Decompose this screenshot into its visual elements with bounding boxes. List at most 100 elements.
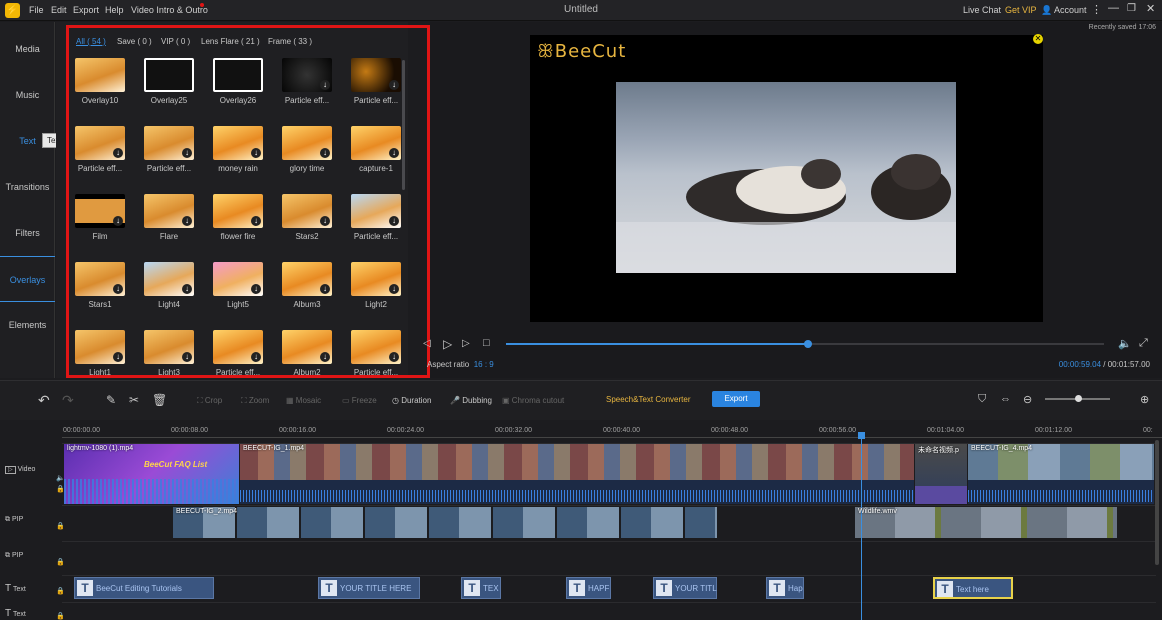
download-icon[interactable]: ↓ xyxy=(182,216,192,226)
overlay-thumbnail[interactable] xyxy=(75,58,125,92)
pip-clip[interactable]: BEECUT-IG_2.mp4 xyxy=(173,507,717,538)
minimize-icon[interactable]: — xyxy=(1108,2,1119,14)
overlay-thumbnail[interactable]: ↓ xyxy=(75,330,125,364)
volume-icon[interactable]: 🔈 xyxy=(1118,337,1132,350)
download-icon[interactable]: ↓ xyxy=(251,216,261,226)
video-clip[interactable]: lightmv-1080 (1).mp4 BeeCut FAQ List xyxy=(64,444,239,504)
download-icon[interactable]: ↓ xyxy=(251,352,261,362)
overlay-thumbnail[interactable]: ↓ xyxy=(282,262,332,296)
overlay-thumbnail[interactable]: ↓ xyxy=(351,330,401,364)
speech-text-converter-button[interactable]: Speech&Text Converter xyxy=(606,395,691,404)
fullscreen-icon[interactable]: ⤢ xyxy=(1139,337,1148,350)
preview-progress-bar[interactable] xyxy=(506,340,1104,348)
overlay-thumbnail[interactable]: ↓ xyxy=(351,126,401,160)
nav-transitions[interactable]: Transitions xyxy=(0,164,55,210)
playhead-handle[interactable] xyxy=(858,432,865,439)
download-icon[interactable]: ↓ xyxy=(389,284,399,294)
watermark-close-icon[interactable]: ✕ xyxy=(1033,34,1043,44)
overlay-thumbnail[interactable]: ↓ xyxy=(282,126,332,160)
account-link[interactable]: Account xyxy=(1054,5,1087,15)
overlay-thumbnail[interactable]: ↓ xyxy=(282,330,332,364)
download-icon[interactable]: ↓ xyxy=(320,148,330,158)
download-icon[interactable]: ↓ xyxy=(389,216,399,226)
chroma-cutout-button[interactable]: ▣ Chroma cutout xyxy=(502,396,564,405)
download-icon[interactable]: ↓ xyxy=(251,148,261,158)
overlay-thumbnail[interactable]: ↓ xyxy=(144,262,194,296)
download-icon[interactable]: ↓ xyxy=(113,352,123,362)
fit-icon[interactable]: ⇔ xyxy=(1000,393,1011,405)
text-clip[interactable]: T HAPF xyxy=(566,577,611,599)
aspect-ratio[interactable]: Aspect ratio 16 : 9 xyxy=(427,360,494,369)
restore-icon[interactable]: ❐ xyxy=(1127,3,1136,14)
tab-lens-flare[interactable]: Lens Flare ( 21 ) xyxy=(201,37,260,46)
playhead[interactable] xyxy=(861,433,862,620)
get-vip-link[interactable]: Get VIP xyxy=(1005,5,1037,15)
overlay-thumbnail[interactable]: ↓ xyxy=(282,194,332,228)
aspect-value[interactable]: 16 : 9 xyxy=(474,360,494,369)
text-clip[interactable]: T Hap xyxy=(766,577,804,599)
download-icon[interactable]: ↓ xyxy=(320,352,330,362)
overlay-thumbnail[interactable]: ↓ xyxy=(351,58,401,92)
export-button[interactable]: Export xyxy=(712,391,760,407)
text-clip[interactable]: T BeeCut Editing Tutorials xyxy=(74,577,214,599)
tab-frame[interactable]: Frame ( 33 ) xyxy=(268,37,312,46)
download-icon[interactable]: ↓ xyxy=(182,352,192,362)
menu-file[interactable]: File xyxy=(29,5,44,15)
download-icon[interactable]: ↓ xyxy=(113,216,123,226)
video-clip[interactable]: BEECUT-IG_1.mp4 xyxy=(240,444,914,504)
prev-frame-icon[interactable]: ◁ xyxy=(423,338,431,349)
marker-icon[interactable]: ⛉ xyxy=(978,393,986,406)
stop-icon[interactable]: □ xyxy=(483,337,490,349)
timeline-scrollbar[interactable] xyxy=(1155,440,1159,565)
nav-elements[interactable]: Elements xyxy=(0,302,55,348)
overlay-thumbnail[interactable] xyxy=(144,58,194,92)
live-chat-link[interactable]: Live Chat xyxy=(963,5,1001,15)
pip-clip[interactable]: Wildlife.wmv xyxy=(855,507,1117,538)
text-clip[interactable]: T YOUR TITLE HERE xyxy=(318,577,420,599)
nav-overlays[interactable]: Overlays xyxy=(0,256,55,302)
undo-icon[interactable]: ↶ xyxy=(38,392,50,409)
overlay-thumbnail[interactable]: ↓ xyxy=(351,262,401,296)
next-frame-icon[interactable]: ▷ xyxy=(462,338,470,349)
overlay-thumbnail[interactable]: ↓ xyxy=(213,126,263,160)
download-icon[interactable]: ↓ xyxy=(389,80,399,90)
menu-help[interactable]: Help xyxy=(105,5,124,15)
tab-save[interactable]: Save ( 0 ) xyxy=(117,37,152,46)
overlay-thumbnail[interactable]: ↓ xyxy=(75,194,125,228)
more-menu-icon[interactable]: ⋮ xyxy=(1091,3,1102,16)
account-icon[interactable]: 👤 xyxy=(1041,5,1052,16)
zoom-button[interactable]: ⛶ Zoom xyxy=(241,396,269,406)
freeze-button[interactable]: ▭ Freeze xyxy=(342,396,377,405)
download-icon[interactable]: ↓ xyxy=(113,284,123,294)
overlay-thumbnail[interactable]: ↓ xyxy=(75,126,125,160)
video-clip[interactable]: BEECUT-IG_4.mp4 xyxy=(968,444,1154,504)
overlay-thumbnail[interactable]: ↓ xyxy=(144,330,194,364)
download-icon[interactable]: ↓ xyxy=(182,148,192,158)
nav-media[interactable]: Media xyxy=(0,26,55,72)
zoom-out-icon[interactable]: ⊖ xyxy=(1023,393,1032,406)
delete-icon[interactable]: 🗑 xyxy=(152,393,167,407)
mosaic-button[interactable]: ▦ Mosaic xyxy=(286,396,321,405)
close-icon[interactable]: ✕ xyxy=(1146,2,1155,15)
download-icon[interactable]: ↓ xyxy=(182,284,192,294)
nav-filters[interactable]: Filters xyxy=(0,210,55,256)
download-icon[interactable]: ↓ xyxy=(389,148,399,158)
play-icon[interactable]: ▷ xyxy=(443,337,452,351)
text-clip[interactable]: T YOUR TITL xyxy=(653,577,717,599)
download-icon[interactable]: ↓ xyxy=(320,216,330,226)
panel-scrollbar[interactable] xyxy=(402,60,405,190)
zoom-slider-knob[interactable] xyxy=(1075,395,1082,402)
overlay-thumbnail[interactable]: ↓ xyxy=(144,194,194,228)
menu-video-intro[interactable]: Video Intro & Outro xyxy=(131,5,208,15)
overlay-thumbnail[interactable]: ↓ xyxy=(75,262,125,296)
download-icon[interactable]: ↓ xyxy=(320,80,330,90)
edit-icon[interactable]: ✎ xyxy=(106,393,116,407)
download-icon[interactable]: ↓ xyxy=(113,148,123,158)
video-clip[interactable]: 未命名视频.p xyxy=(915,444,967,504)
menu-export[interactable]: Export xyxy=(73,5,99,15)
duration-button[interactable]: ◷ Duration xyxy=(392,396,431,405)
download-icon[interactable]: ↓ xyxy=(251,284,261,294)
download-icon[interactable]: ↓ xyxy=(389,352,399,362)
redo-icon[interactable]: ↷ xyxy=(62,392,74,409)
progress-knob[interactable] xyxy=(803,340,812,348)
